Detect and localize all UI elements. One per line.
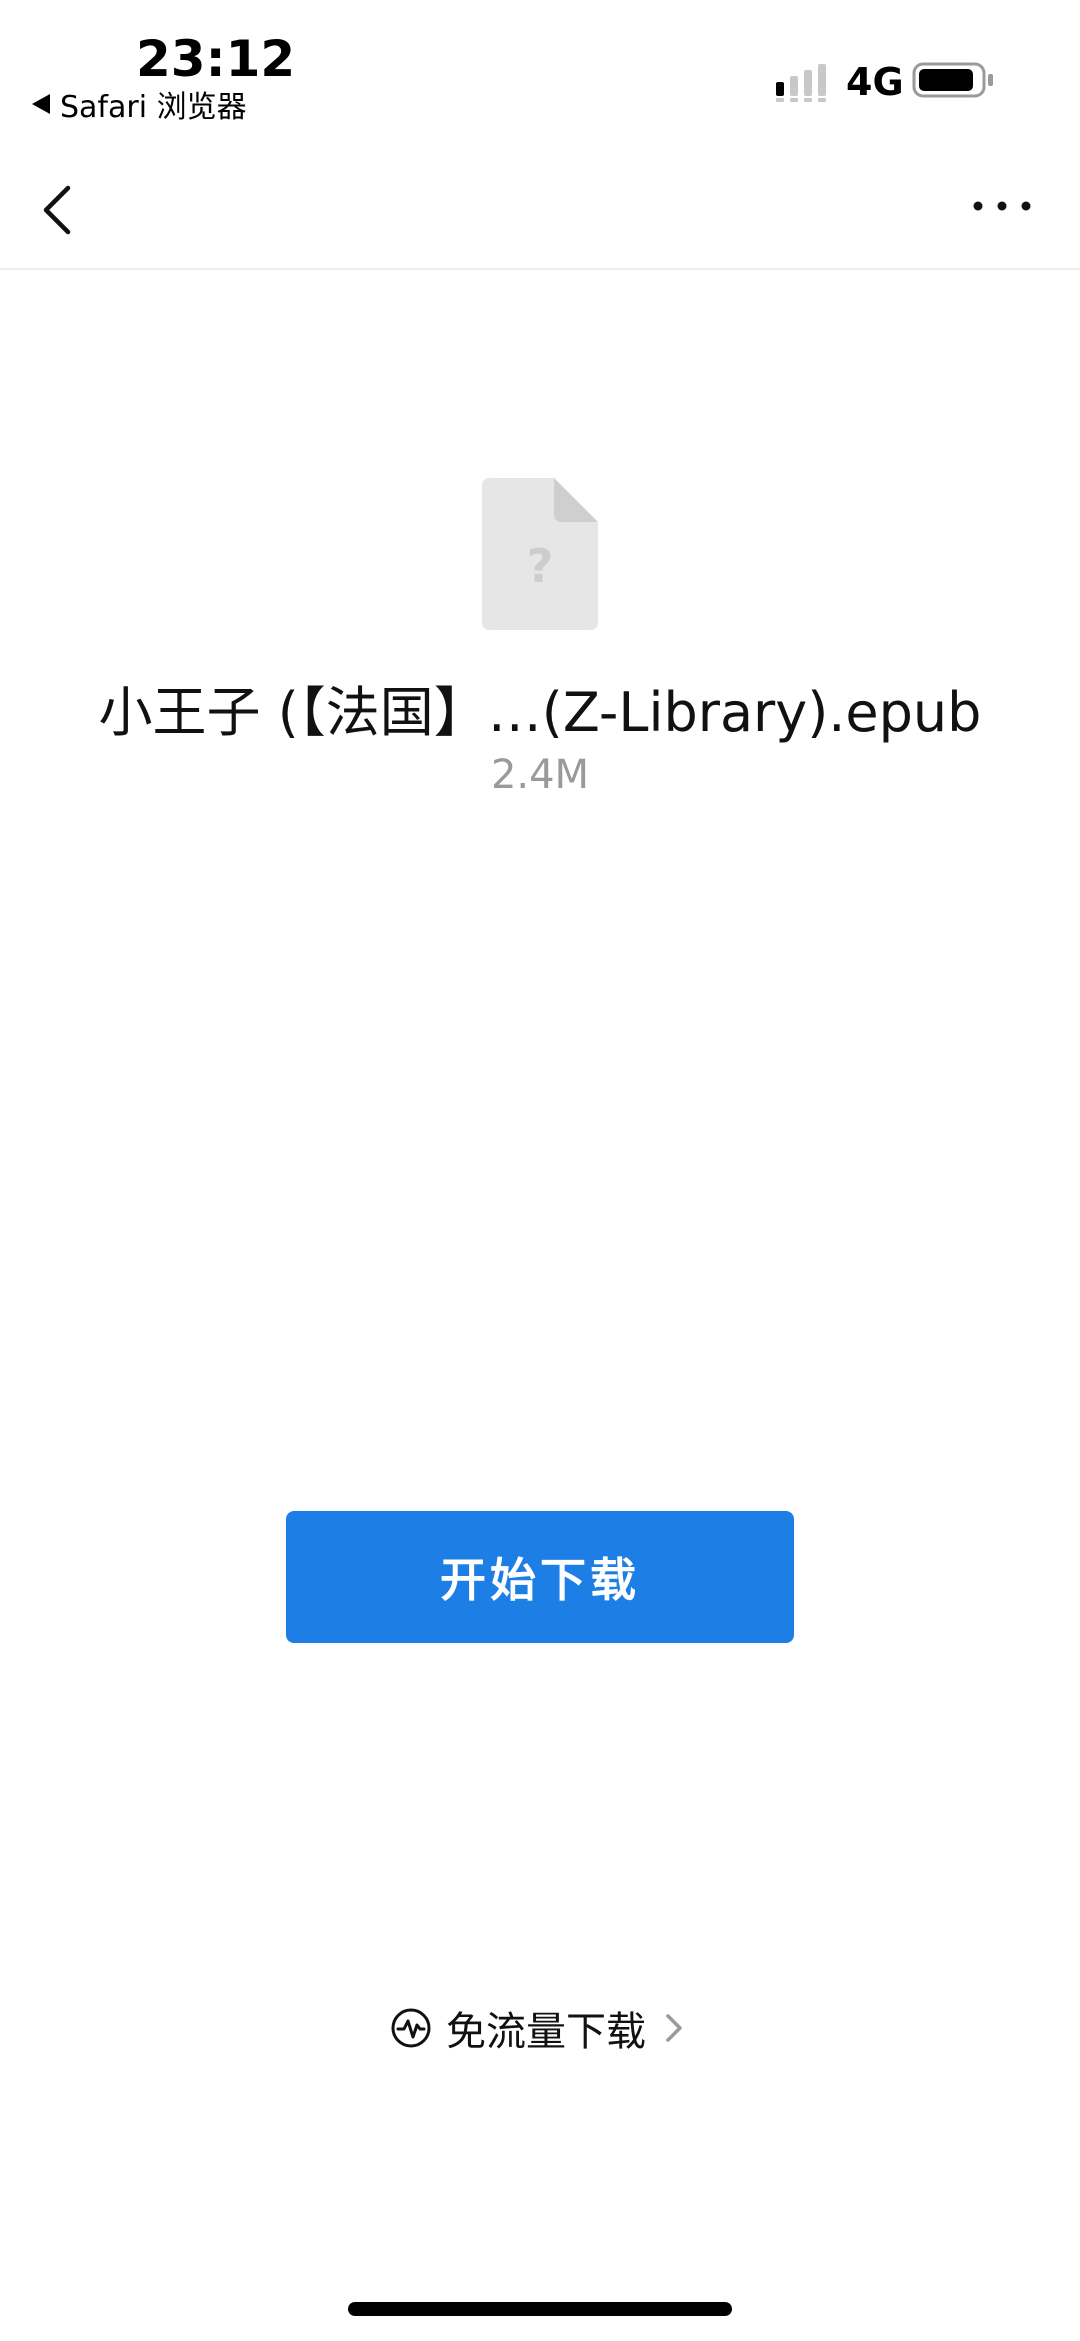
file-size: 2.4M	[490, 752, 590, 798]
status-bar: 23:12 Safari 浏览器 4G	[0, 0, 1080, 150]
more-dots-icon[interactable]	[970, 186, 1034, 226]
screen: 23:12 Safari 浏览器 4G ? 小王子 (【法国】…(Z-Libra…	[0, 0, 1080, 2341]
back-triangle-icon	[32, 94, 50, 114]
free-data-download-label: 免流量下载	[446, 2009, 646, 2055]
back-to-safari-label: Safari 浏览器	[60, 90, 247, 125]
nav-bar	[0, 150, 1080, 270]
signal-bars-icon	[776, 64, 826, 102]
back-to-safari-link[interactable]: Safari 浏览器	[32, 82, 247, 126]
status-time: 23:12	[136, 30, 296, 88]
chevron-right-icon	[666, 2014, 682, 2042]
chevron-left-icon[interactable]	[34, 180, 84, 240]
file-name: 小王子 (【法国】…(Z-Library).epub	[98, 681, 982, 744]
free-data-download-link[interactable]: 免流量下载	[390, 2000, 688, 2056]
battery-icon	[912, 62, 993, 98]
unknown-file-icon: ?	[482, 478, 598, 630]
home-indicator[interactable]	[348, 2302, 732, 2316]
activity-pulse-icon	[391, 2008, 431, 2048]
network-type: 4G	[846, 60, 904, 104]
svg-text:?: ?	[527, 539, 554, 593]
start-download-button[interactable]: 开始下载	[286, 1511, 794, 1643]
